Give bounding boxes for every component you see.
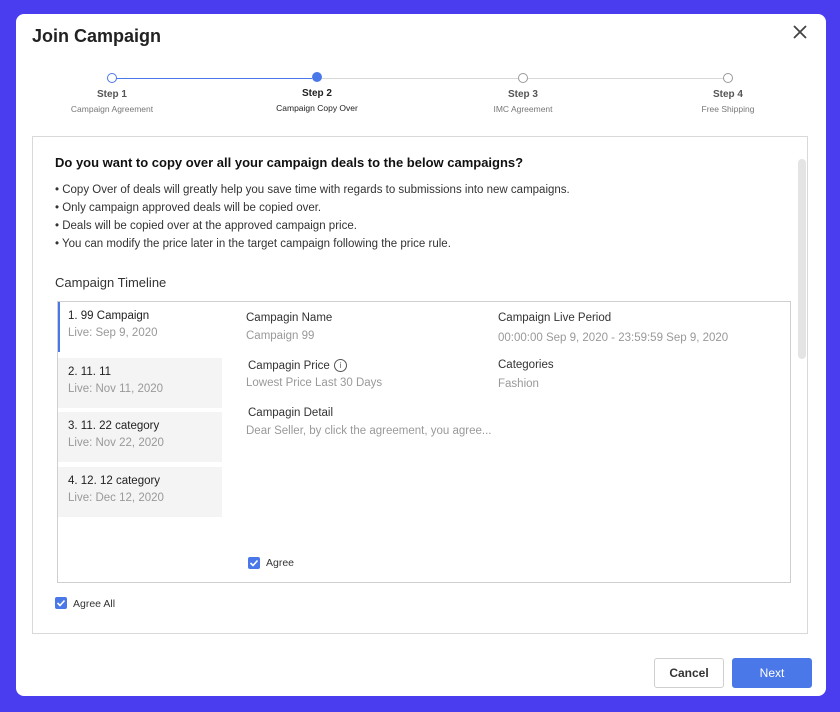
- bullet-item: • You can modify the price later in the …: [55, 238, 451, 250]
- campaign-item[interactable]: 4. 12. 12 category Live: Dec 12, 2020: [58, 467, 222, 517]
- step-2: Step 2 Campaign Copy Over: [237, 72, 397, 113]
- step-4: Step 4 Free Shipping: [648, 72, 808, 114]
- step-label: Step 1: [96, 89, 127, 100]
- step-sub: Free Shipping: [701, 104, 755, 114]
- step-dot: [518, 73, 528, 83]
- agree-checkbox[interactable]: [248, 557, 260, 569]
- categories-value: Fashion: [498, 378, 539, 390]
- campaign-item[interactable]: 2. 11. 11 Live: Nov 11, 2020: [58, 358, 222, 408]
- campaign-name: 3. 11. 22 category: [68, 420, 160, 432]
- live-period-label: Campaign Live Period: [498, 312, 612, 324]
- bullet-item: • Copy Over of deals will greatly help y…: [55, 184, 570, 196]
- step-1: Step 1 Campaign Agreement: [32, 72, 192, 114]
- scrollbar[interactable]: [798, 159, 806, 359]
- step-label: Step 3: [507, 89, 538, 100]
- campaign-name: 4. 12. 12 category: [68, 475, 161, 487]
- timeline-title: Campaign Timeline: [55, 275, 167, 290]
- campaign-name: 1. 99 Campaign: [68, 310, 150, 322]
- bullet-item: • Deals will be copied over at the appro…: [55, 220, 357, 232]
- step-label: Step 2: [301, 88, 332, 99]
- agree-all-label: Agree All: [73, 598, 116, 610]
- step-dot: [312, 72, 322, 82]
- categories-label: Categories: [498, 359, 554, 371]
- step-sub: IMC Agreement: [493, 104, 553, 114]
- campaign-date: Live: Nov 11, 2020: [68, 383, 164, 395]
- join-campaign-modal: Join Campaign Step 1 Campaign Agreement …: [16, 14, 826, 696]
- close-icon[interactable]: [790, 22, 810, 42]
- campaign-name: 2. 11. 11: [68, 366, 112, 378]
- step-dot: [723, 73, 733, 83]
- campaign-detail-label: Campagin Detail: [248, 407, 334, 419]
- campaign-date: Live: Dec 12, 2020: [68, 492, 164, 504]
- agree-all-checkbox[interactable]: [55, 597, 67, 609]
- campaign-item[interactable]: 3. 11. 22 category Live: Nov 22, 2020: [58, 412, 222, 462]
- campaign-item[interactable]: 1. 99 Campaign Live: Sep 9, 2020: [58, 302, 222, 352]
- step-sub: Campaign Copy Over: [276, 103, 358, 113]
- modal-title: Join Campaign: [32, 26, 162, 46]
- stepper: Step 1 Campaign Agreement Step 2 Campaig…: [16, 72, 826, 122]
- step-dot: [107, 73, 117, 83]
- cancel-button[interactable]: Cancel: [654, 658, 724, 688]
- info-bullets: • Copy Over of deals will greatly help y…: [55, 181, 570, 253]
- campaign-name-value: Campaign 99: [246, 330, 315, 342]
- campaign-date: Live: Nov 22, 2020: [68, 437, 164, 449]
- campaign-name-label: Campagin Name: [246, 312, 333, 324]
- step-3: Step 3 IMC Agreement: [443, 72, 603, 114]
- copy-over-question: Do you want to copy over all your campai…: [55, 155, 524, 170]
- bullet-item: • Only campaign approved deals will be c…: [55, 202, 322, 214]
- content-panel: Do you want to copy over all your campai…: [32, 136, 808, 634]
- step-sub: Campaign Agreement: [70, 104, 154, 114]
- campaign-price-label: Campagin Price i: [248, 359, 347, 372]
- agree-label: Agree: [266, 557, 295, 569]
- next-button[interactable]: Next: [732, 658, 812, 688]
- campaign-detail-value: Dear Seller, by click the agreement, you…: [246, 425, 492, 437]
- live-period-value: 00:00:00 Sep 9, 2020 - 23:59:59 Sep 9, 2…: [498, 332, 729, 344]
- campaign-price-value: Lowest Price Last 30 Days: [246, 377, 383, 389]
- campaign-date: Live: Sep 9, 2020: [68, 327, 158, 339]
- info-icon[interactable]: i: [333, 359, 347, 372]
- campaign-timeline: 1. 99 Campaign Live: Sep 9, 2020 2. 11. …: [57, 301, 791, 583]
- step-label: Step 4: [712, 89, 743, 100]
- campaign-price-text: Campagin Price: [248, 360, 330, 372]
